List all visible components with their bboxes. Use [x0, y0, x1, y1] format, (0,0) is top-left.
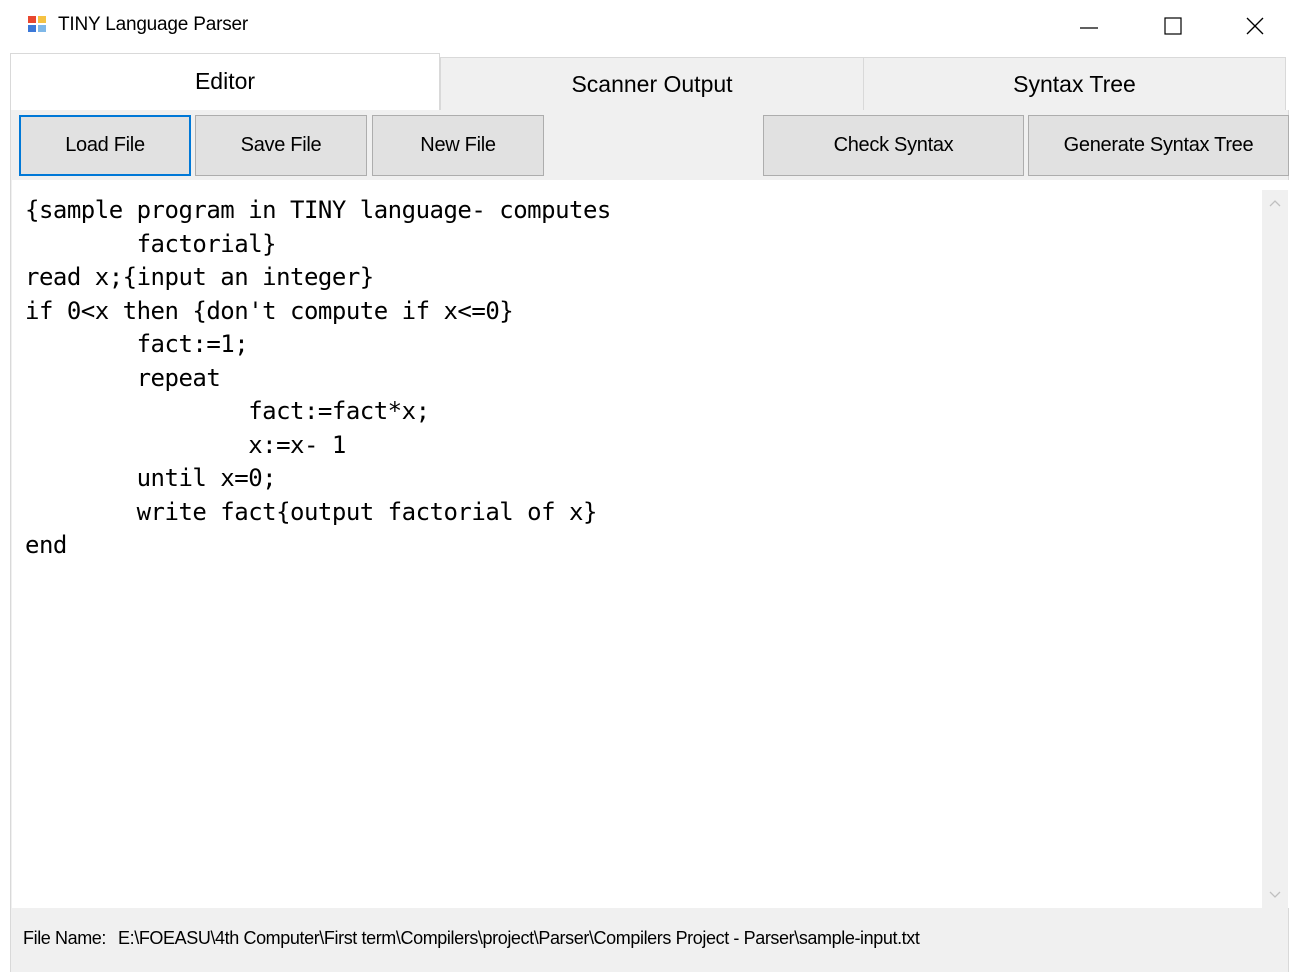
tab-scanner-output[interactable]: Scanner Output: [440, 57, 864, 111]
load-file-button[interactable]: Load File: [19, 115, 191, 176]
app-window-icon: [27, 15, 47, 33]
save-file-button[interactable]: Save File: [195, 115, 367, 176]
scroll-down-button[interactable]: [1262, 882, 1288, 908]
file-name-status: File Name: E:\FOEASU\4th Computer\First t…: [23, 928, 920, 949]
tab-strip: Editor Scanner Output Syntax Tree: [10, 53, 1286, 111]
scroll-up-button[interactable]: [1262, 190, 1288, 216]
window-title: TINY Language Parser: [58, 14, 248, 35]
minimize-icon: [1080, 27, 1098, 29]
close-icon: [1246, 17, 1264, 35]
chevron-down-icon: [1269, 891, 1281, 898]
vertical-scrollbar[interactable]: [1262, 190, 1288, 908]
minimize-button[interactable]: [1047, 0, 1131, 52]
tab-editor[interactable]: Editor: [10, 53, 440, 111]
maximize-button[interactable]: [1131, 0, 1215, 52]
maximize-icon: [1164, 17, 1182, 35]
code-editor[interactable]: {sample program in TINY language- comput…: [12, 180, 1289, 908]
editor-tab-panel: Load File Save File New File Check Synta…: [10, 110, 1289, 972]
title-bar: TINY Language Parser: [0, 0, 1293, 52]
chevron-up-icon: [1269, 200, 1281, 207]
file-path-value: E:\FOEASU\4th Computer\First term\Compil…: [118, 928, 920, 948]
check-syntax-button[interactable]: Check Syntax: [763, 115, 1024, 176]
new-file-button[interactable]: New File: [372, 115, 544, 176]
close-button[interactable]: [1213, 0, 1293, 52]
code-editor-text[interactable]: {sample program in TINY language- comput…: [25, 194, 611, 563]
file-name-label: File Name:: [23, 928, 107, 948]
generate-syntax-tree-button[interactable]: Generate Syntax Tree: [1028, 115, 1289, 176]
tab-syntax-tree[interactable]: Syntax Tree: [863, 57, 1286, 111]
